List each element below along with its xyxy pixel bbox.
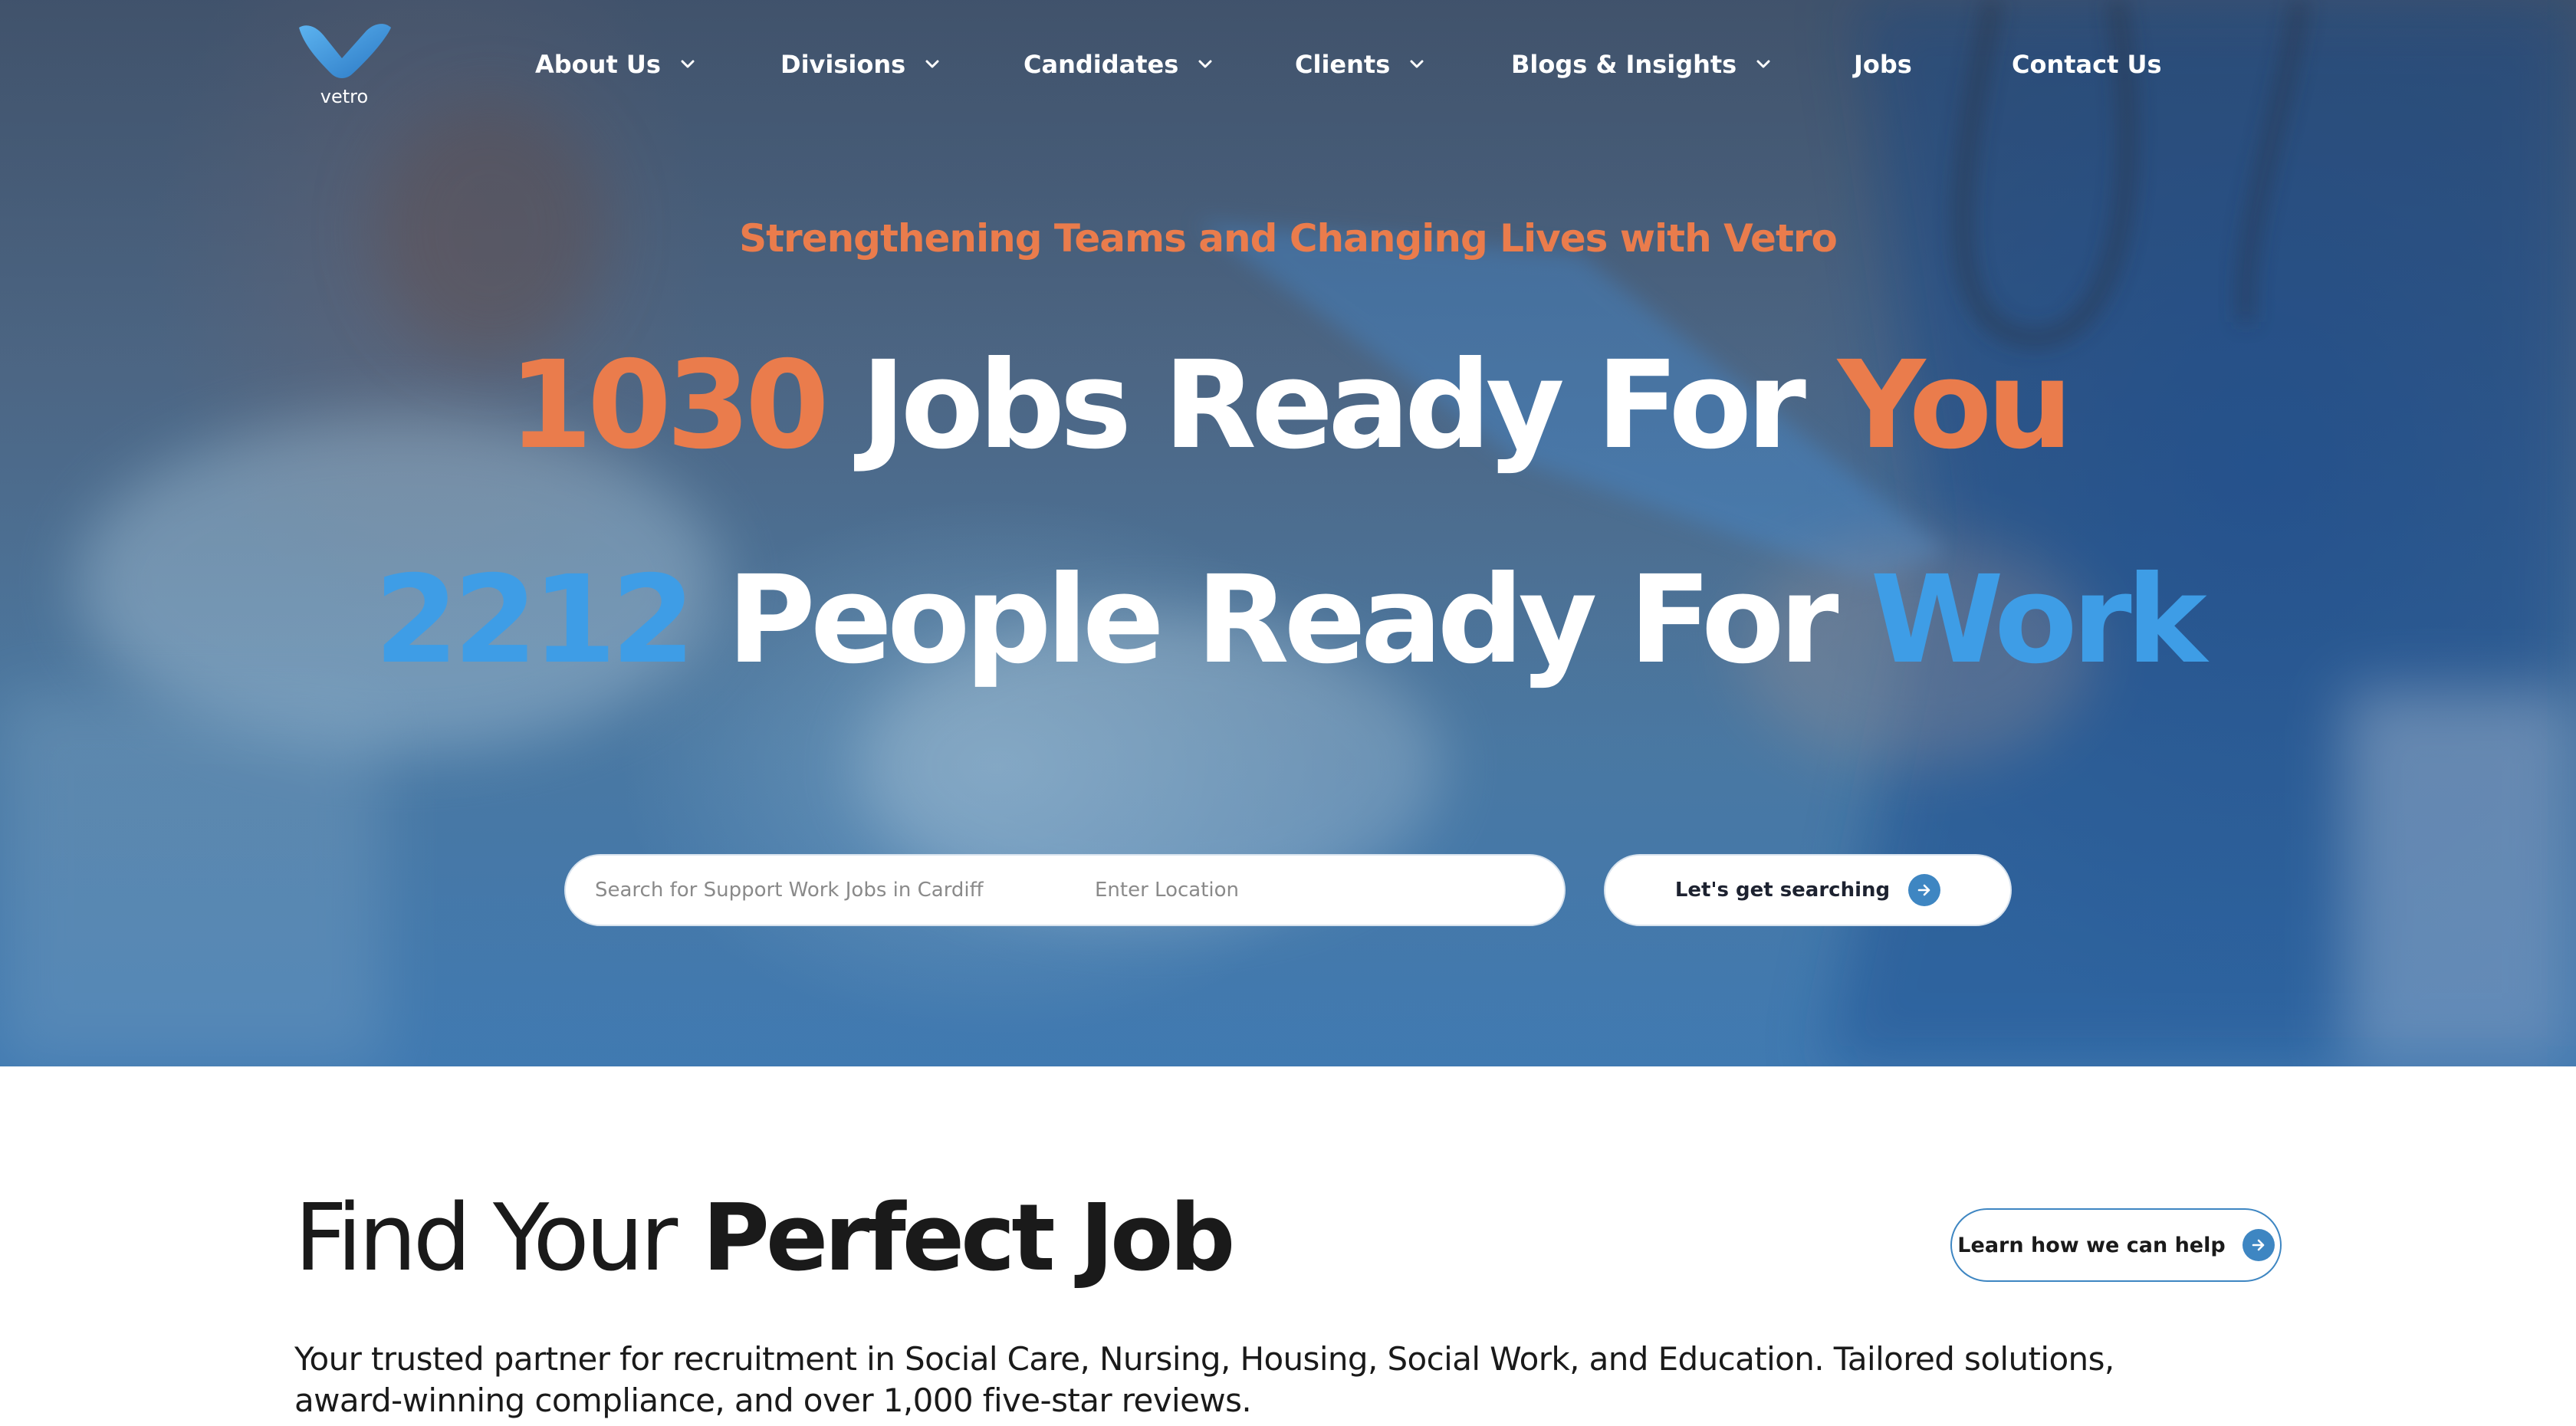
section-title-bold: Perfect Job (702, 1185, 1235, 1292)
section-description: Your trusted partner for recruitment in … (294, 1340, 2114, 1419)
learn-how-we-can-help-button[interactable]: Learn how we can help (1950, 1208, 2282, 1282)
search-keyword-input[interactable] (595, 856, 1055, 925)
main-navigation: About Us Divisions Candidates Clients Bl… (0, 44, 2576, 84)
nav-item-blogs-insights[interactable]: Blogs & Insights (1511, 44, 1773, 84)
people-headline-accent: Work (1870, 550, 2207, 691)
nav-item-label: About Us (535, 50, 661, 79)
nav-item-label: Blogs & Insights (1511, 50, 1737, 79)
nav-item-contact-us[interactable]: Contact Us (2012, 44, 2162, 84)
logo-wordmark: vetro (320, 86, 369, 107)
chevron-down-icon (1756, 60, 1770, 68)
nav-item-label: Contact Us (2012, 50, 2162, 79)
section-title-light: Find Your (294, 1185, 678, 1292)
nav-item-jobs[interactable]: Jobs (1854, 44, 1912, 84)
people-count: 2212 (374, 550, 695, 691)
nav-item-clients[interactable]: Clients (1295, 44, 1427, 84)
job-search-bar (564, 854, 1566, 926)
learn-button-label: Learn how we can help (1957, 1233, 2226, 1257)
nav-item-label: Divisions (780, 50, 906, 79)
search-button-label: Let's get searching (1674, 879, 1891, 902)
nav-item-label: Jobs (1854, 50, 1912, 79)
jobs-headline-accent: You (1837, 335, 2073, 476)
section-title: Find Your Perfect Job (294, 1193, 1235, 1285)
jobs-headline-text: Jobs Ready For (860, 335, 1806, 476)
jobs-count: 1030 (508, 335, 830, 476)
search-button[interactable]: Let's get searching (1604, 854, 2012, 926)
chevron-down-icon (925, 60, 939, 68)
nav-item-candidates[interactable]: Candidates (1024, 44, 1215, 84)
hero-section: vetro About Us Divisions Candidates Clie… (0, 0, 2576, 1066)
nav-item-divisions[interactable]: Divisions (780, 44, 942, 84)
hero-headline-jobs: 1030 Jobs Ready For You (0, 345, 2576, 466)
search-location-input[interactable] (1095, 856, 1539, 925)
chevron-down-icon (1410, 60, 1424, 68)
chevron-down-icon (1198, 60, 1212, 68)
nav-item-label: Clients (1295, 50, 1391, 79)
hero-headline-people: 2212 People Ready For Work (0, 560, 2576, 681)
people-headline-text: People Ready For (727, 550, 1838, 691)
arrow-right-icon (1908, 874, 1941, 906)
hero-tagline: Strengthening Teams and Changing Lives w… (739, 216, 1838, 261)
chevron-down-icon (681, 60, 695, 68)
nav-item-label: Candidates (1024, 50, 1179, 79)
nav-item-about-us[interactable]: About Us (535, 44, 698, 84)
arrow-right-icon (2242, 1229, 2275, 1261)
